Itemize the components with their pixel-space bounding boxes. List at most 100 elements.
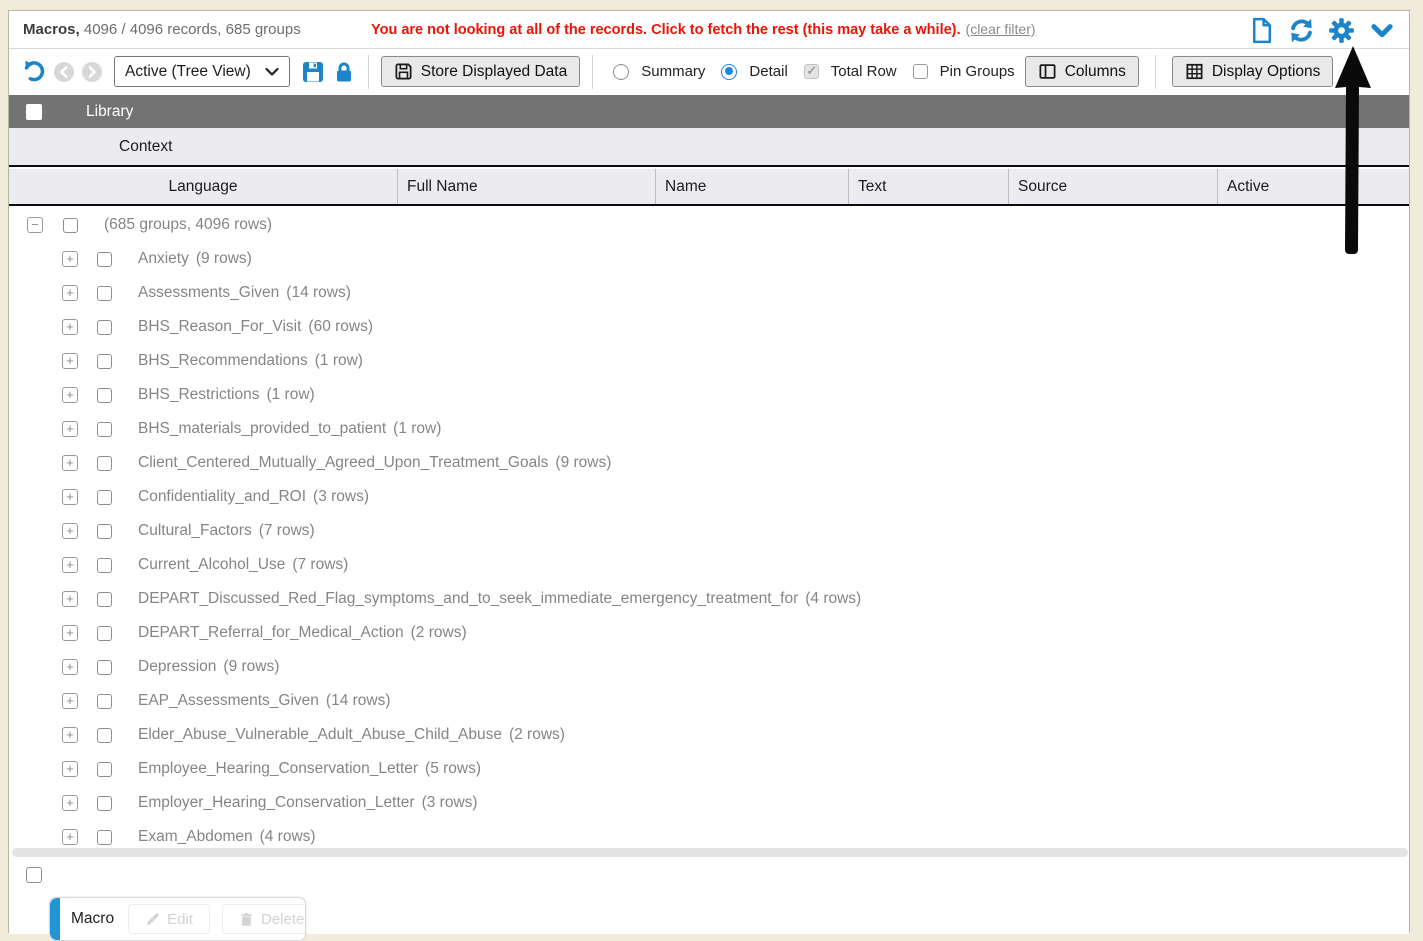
row-checkbox[interactable] (97, 252, 112, 267)
fetch-warning[interactable]: You are not looking at all of the record… (371, 21, 1036, 38)
footer-checkbox[interactable] (26, 867, 42, 883)
tree-group-row: + DEPART_Discussed_Red_Flag_symptoms_and… (9, 582, 1409, 616)
group-row-label[interactable]: Cultural_Factors (138, 522, 252, 540)
column-header-name[interactable]: Name (656, 169, 849, 204)
total-row-checkbox[interactable] (804, 64, 819, 79)
expand-icon[interactable]: + (62, 387, 78, 403)
row-checkbox[interactable] (97, 694, 112, 709)
summary-radio[interactable] (613, 64, 629, 80)
column-header-active[interactable]: Active (1218, 169, 1409, 204)
refresh-icon[interactable] (1288, 17, 1315, 44)
group-row-label[interactable]: Anxiety (138, 250, 189, 268)
row-checkbox[interactable] (97, 830, 112, 845)
group-row-count: (4 rows) (260, 828, 316, 846)
group-row-label[interactable]: Confidentiality_and_ROI (138, 488, 306, 506)
row-checkbox[interactable] (97, 388, 112, 403)
row-checkbox[interactable] (97, 320, 112, 335)
view-select[interactable]: Active (Tree View) (114, 56, 290, 87)
expand-icon[interactable]: + (62, 353, 78, 369)
row-checkbox[interactable] (97, 354, 112, 369)
group-row-label[interactable]: Employer_Hearing_Conservation_Letter (138, 794, 415, 812)
prev-button[interactable] (54, 62, 74, 82)
row-checkbox[interactable] (97, 796, 112, 811)
group-row-label[interactable]: EAP_Assessments_Given (138, 692, 319, 710)
pin-groups-checkbox[interactable] (913, 64, 928, 79)
expand-icon[interactable]: + (62, 285, 78, 301)
expand-icon[interactable]: + (62, 489, 78, 505)
column-header-language[interactable]: Language (9, 169, 398, 204)
lock-icon[interactable] (332, 60, 356, 84)
display-options-button[interactable]: Display Options (1172, 56, 1334, 87)
group-row-label[interactable]: DEPART_Discussed_Red_Flag_symptoms_and_t… (138, 590, 798, 608)
columns-button[interactable]: Columns (1025, 56, 1139, 87)
expand-icon[interactable]: + (62, 319, 78, 335)
group-row-count: (9 rows) (196, 250, 252, 268)
next-button[interactable] (82, 62, 102, 82)
expand-icon[interactable]: + (62, 761, 78, 777)
fetch-warning-text[interactable]: You are not looking at all of the record… (371, 22, 961, 38)
undo-icon[interactable] (21, 59, 46, 84)
display-options-button-label: Display Options (1212, 63, 1321, 81)
row-checkbox[interactable] (97, 490, 112, 505)
group-row-label[interactable]: Depression (138, 658, 216, 676)
detail-radio[interactable] (721, 64, 737, 80)
tree-group-row: + EAP_Assessments_Given (14 rows) (9, 684, 1409, 718)
expand-icon[interactable]: + (62, 455, 78, 471)
group-row-count: (4 rows) (805, 590, 861, 608)
chevron-down-icon[interactable] (1368, 17, 1395, 44)
expand-icon[interactable]: + (62, 693, 78, 709)
row-checkbox[interactable] (97, 286, 112, 301)
column-header-full-name[interactable]: Full Name (398, 169, 656, 204)
row-checkbox[interactable] (97, 524, 112, 539)
new-document-icon[interactable] (1248, 17, 1275, 44)
group-row-label[interactable]: Employee_Hearing_Conservation_Letter (138, 760, 418, 778)
store-displayed-data-button[interactable]: Store Displayed Data (381, 56, 580, 87)
expand-icon[interactable]: + (62, 659, 78, 675)
row-checkbox[interactable] (97, 422, 112, 437)
group-row-label[interactable]: Client_Centered_Mutually_Agreed_Upon_Tre… (138, 454, 548, 472)
select-all-checkbox[interactable] (26, 104, 42, 120)
clear-filter-link[interactable]: (clear filter) (966, 21, 1036, 37)
group-row-label[interactable]: Assessments_Given (138, 284, 279, 302)
row-checkbox[interactable] (97, 660, 112, 675)
column-header-source[interactable]: Source (1009, 169, 1218, 204)
tree-rows: + Anxiety (9 rows) + Assessments_Given (… (9, 242, 1409, 848)
row-checkbox[interactable] (97, 626, 112, 641)
row-checkbox[interactable] (97, 558, 112, 573)
row-checkbox[interactable] (97, 456, 112, 471)
expand-icon[interactable]: + (62, 829, 78, 845)
group-row-count: (9 rows) (223, 658, 279, 676)
group-row-label[interactable]: BHS_Restrictions (138, 386, 259, 404)
group-row-label[interactable]: Current_Alcohol_Use (138, 556, 285, 574)
expand-icon[interactable]: + (62, 251, 78, 267)
delete-button[interactable]: Delete (222, 904, 306, 934)
row-checkbox[interactable] (63, 218, 78, 233)
expand-icon[interactable]: + (62, 727, 78, 743)
group-row-label[interactable]: BHS_Reason_For_Visit (138, 318, 301, 336)
row-checkbox[interactable] (97, 728, 112, 743)
tree-group-row: + Elder_Abuse_Vulnerable_Adult_Abuse_Chi… (9, 718, 1409, 752)
expand-icon[interactable]: + (62, 523, 78, 539)
group-row-label[interactable]: BHS_materials_provided_to_patient (138, 420, 386, 438)
group-row-label[interactable]: DEPART_Referral_for_Medical_Action (138, 624, 404, 642)
edit-button[interactable]: Edit (128, 904, 210, 934)
expand-icon[interactable]: + (62, 625, 78, 641)
tree-group-row: + Anxiety (9 rows) (9, 242, 1409, 276)
root-row-label: (685 groups, 4096 rows) (104, 216, 272, 234)
group-row-label[interactable]: Exam_Abdomen (138, 828, 253, 846)
collapse-icon[interactable]: − (27, 217, 43, 233)
expand-icon[interactable]: + (62, 795, 78, 811)
expand-icon[interactable]: + (62, 421, 78, 437)
group-row-count: (1 row) (393, 420, 441, 438)
tree-group-row: + BHS_Restrictions (1 row) (9, 378, 1409, 412)
expand-icon[interactable]: + (62, 557, 78, 573)
column-header-text[interactable]: Text (849, 169, 1009, 204)
row-checkbox[interactable] (97, 762, 112, 777)
save-view-icon[interactable] (301, 60, 325, 84)
expand-icon[interactable]: + (62, 591, 78, 607)
row-checkbox[interactable] (97, 592, 112, 607)
gear-icon[interactable] (1328, 17, 1355, 44)
group-row-label[interactable]: Elder_Abuse_Vulnerable_Adult_Abuse_Child… (138, 726, 502, 744)
group-row-label[interactable]: BHS_Recommendations (138, 352, 308, 370)
tree-group-row: + Cultural_Factors (7 rows) (9, 514, 1409, 548)
